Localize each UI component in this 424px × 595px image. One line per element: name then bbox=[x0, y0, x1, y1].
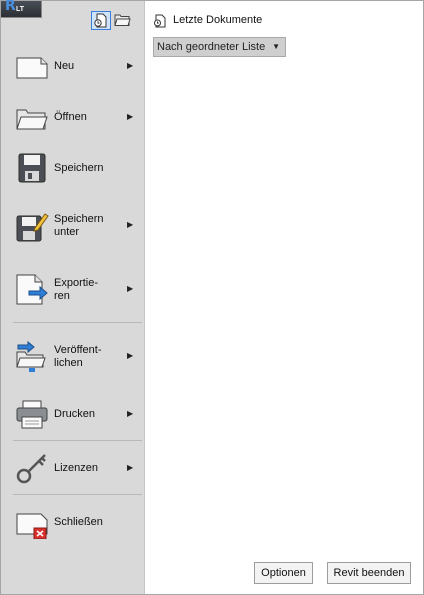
submenu-arrow-icon: ▶ bbox=[127, 409, 134, 418]
save-as-icon bbox=[16, 213, 49, 242]
menu-item-open[interactable]: Öffnen ▶ bbox=[1, 92, 144, 142]
application-menu-sidebar: R LT Neu ▶ Öffnen ▶ Speichern Speichern … bbox=[1, 0, 145, 594]
recent-documents-panel: Letzte Dokumente Nach geordneter Liste ▼… bbox=[145, 1, 423, 594]
menu-item-label: Schließen bbox=[54, 516, 103, 528]
key-icon bbox=[16, 454, 46, 484]
submenu-arrow-icon: ▶ bbox=[127, 112, 134, 121]
menu-item-label: Drucken bbox=[54, 408, 95, 420]
chevron-down-icon: ▼ bbox=[272, 42, 280, 51]
app-edition-badge: LT bbox=[16, 6, 25, 13]
submenu-arrow-icon: ▶ bbox=[127, 61, 134, 70]
submenu-arrow-icon: ▶ bbox=[127, 463, 134, 472]
sort-order-value: Nach geordneter Liste bbox=[157, 41, 266, 53]
close-document-icon bbox=[16, 513, 48, 539]
application-button[interactable]: R LT bbox=[1, 0, 42, 18]
menu-item-export[interactable]: Exportie- ren ▶ bbox=[1, 264, 144, 314]
app-logo-letter: R bbox=[5, 0, 16, 14]
exit-revit-button[interactable]: Revit beenden bbox=[327, 562, 411, 584]
sort-order-dropdown[interactable]: Nach geordneter Liste ▼ bbox=[153, 37, 286, 57]
recent-documents-view-button[interactable] bbox=[91, 11, 111, 30]
menu-item-close[interactable]: Schließen bbox=[1, 497, 144, 547]
recent-documents-icon bbox=[94, 13, 107, 28]
menu-item-save-as[interactable]: Speichern unter ▶ bbox=[1, 200, 144, 250]
new-document-icon bbox=[16, 57, 48, 79]
recent-documents-icon bbox=[154, 14, 166, 28]
open-documents-view-button[interactable] bbox=[113, 11, 133, 30]
menu-item-licenses[interactable]: Lizenzen ▶ bbox=[1, 443, 144, 493]
export-icon bbox=[16, 274, 48, 305]
menu-item-label: Speichern bbox=[54, 162, 104, 174]
submenu-arrow-icon: ▶ bbox=[127, 220, 134, 229]
menu-item-label: Exportie- ren bbox=[54, 277, 99, 302]
application-menu: R LT Neu ▶ Öffnen ▶ Speichern Speichern … bbox=[0, 0, 424, 595]
menu-separator bbox=[13, 322, 142, 323]
menu-separator bbox=[13, 494, 142, 495]
submenu-arrow-icon: ▶ bbox=[127, 351, 134, 360]
menu-item-save[interactable]: Speichern bbox=[1, 143, 144, 193]
printer-icon bbox=[16, 400, 48, 429]
open-folder-small-icon bbox=[114, 14, 131, 26]
menu-item-label: Öffnen bbox=[54, 111, 87, 123]
menu-item-new[interactable]: Neu ▶ bbox=[1, 41, 144, 91]
menu-item-label: Neu bbox=[54, 60, 75, 72]
open-folder-icon bbox=[16, 109, 48, 130]
menu-separator bbox=[13, 440, 142, 441]
menu-item-label: Speichern unter bbox=[54, 213, 104, 238]
menu-item-label: Lizenzen bbox=[54, 462, 99, 474]
options-button[interactable]: Optionen bbox=[254, 562, 313, 584]
recent-open-toggle bbox=[91, 11, 135, 30]
publish-icon bbox=[16, 340, 46, 372]
save-disk-icon bbox=[18, 153, 46, 183]
menu-item-print[interactable]: Drucken ▶ bbox=[1, 389, 144, 439]
menu-item-label: Veröffent- lichen bbox=[54, 344, 102, 369]
recent-documents-title: Letzte Dokumente bbox=[173, 14, 263, 26]
menu-item-publish[interactable]: Veröffent- lichen ▶ bbox=[1, 331, 144, 381]
submenu-arrow-icon: ▶ bbox=[127, 284, 134, 293]
